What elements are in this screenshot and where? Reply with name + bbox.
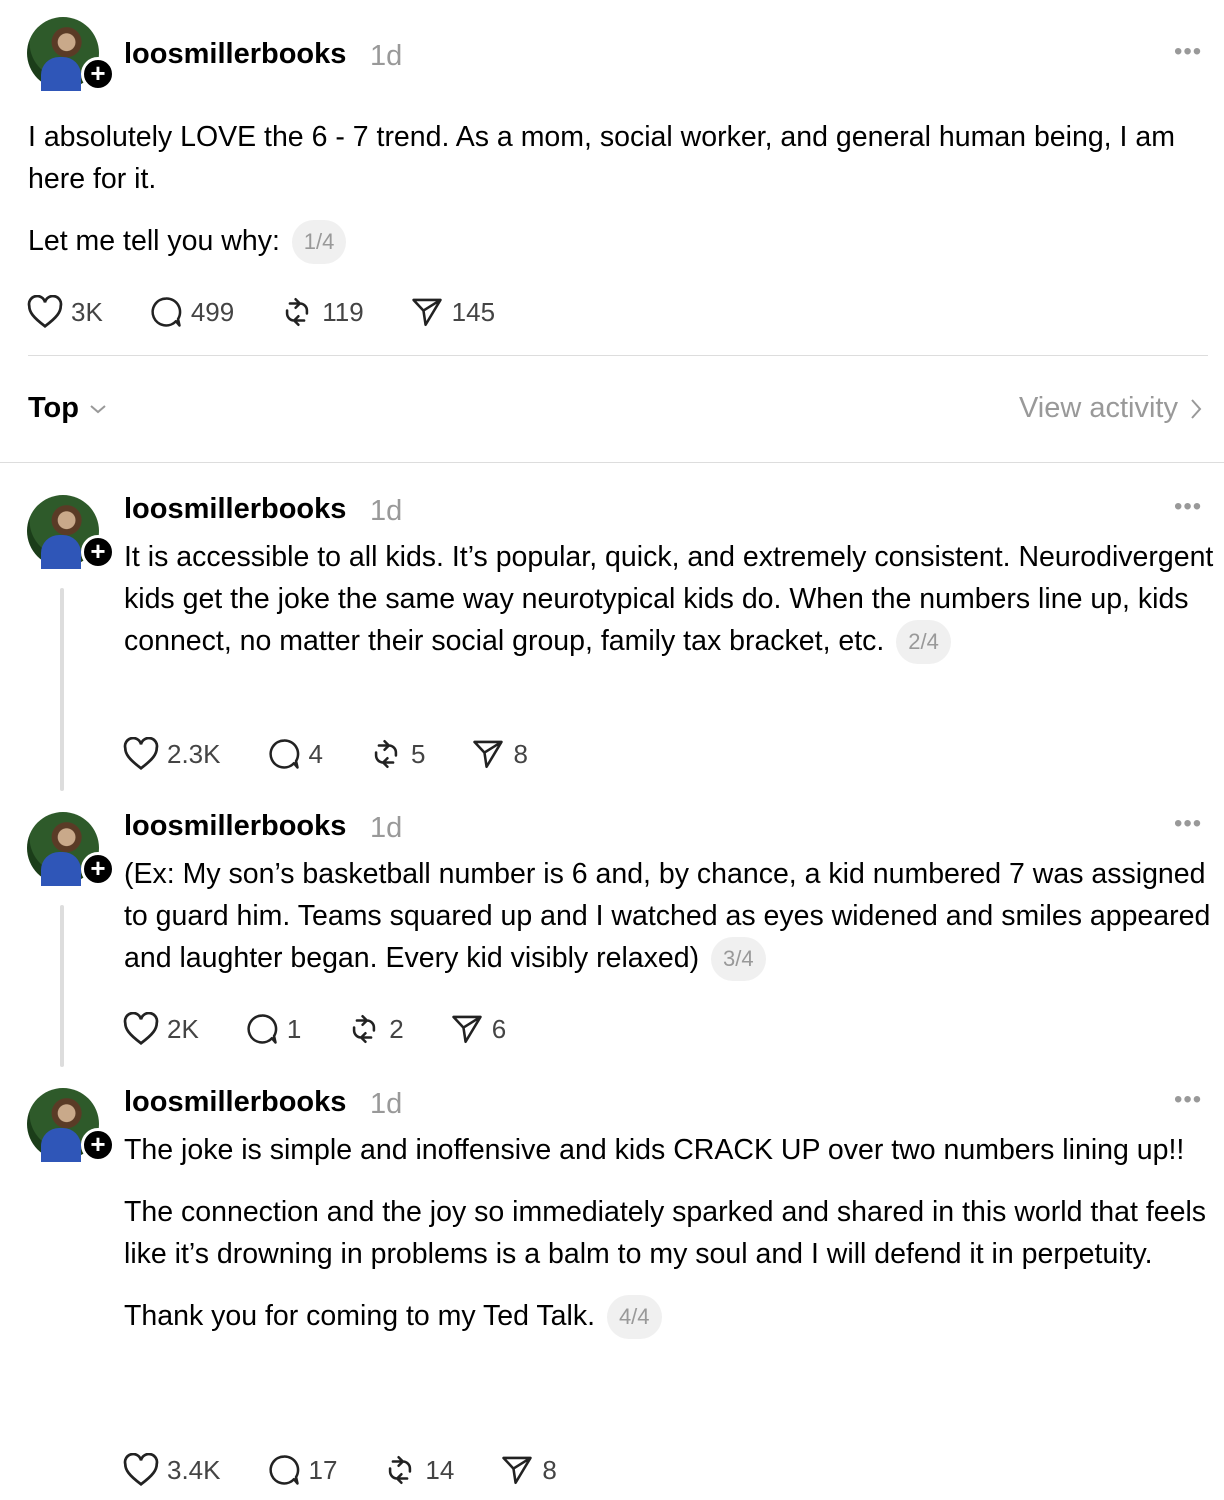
repost-count: 14	[425, 1454, 455, 1485]
share-button[interactable]: 8	[471, 737, 528, 771]
share-button[interactable]: 8	[500, 1453, 557, 1487]
timestamp[interactable]: 1d	[370, 1088, 402, 1121]
repost-button[interactable]: 14	[383, 1453, 454, 1487]
comment-icon	[151, 297, 182, 327]
post-paragraph: It is accessible to all kids. It’s popul…	[124, 541, 1214, 657]
reply-count: 4	[308, 738, 323, 769]
action-bar: 2.3K 4 5 8	[123, 736, 574, 772]
repost-icon	[374, 739, 398, 769]
more-options-icon[interactable]: •••	[1174, 810, 1202, 838]
post-body: (Ex: My son’s basketball number is 6 and…	[124, 853, 1214, 982]
like-button[interactable]: 3K	[27, 295, 103, 329]
like-button[interactable]: 3.4K	[123, 1453, 221, 1487]
like-button[interactable]: 2.3K	[123, 737, 221, 771]
avatar[interactable]: +	[27, 812, 115, 886]
share-count: 6	[491, 1013, 507, 1044]
thread-counter-badge: 1/4	[291, 220, 347, 265]
username[interactable]: loosmillerbooks	[124, 1086, 346, 1119]
share-count: 8	[542, 1454, 557, 1485]
post-body: The joke is simple and inoffensive and k…	[124, 1129, 1214, 1340]
sort-label: Top	[28, 392, 79, 424]
more-options-icon[interactable]: •••	[1174, 38, 1202, 66]
like-count: 3.4K	[167, 1454, 221, 1485]
action-bar: 3K 499 119 145	[27, 294, 541, 330]
like-button[interactable]: 2K	[123, 1012, 199, 1046]
heart-icon	[123, 1012, 159, 1045]
action-bar: 3.4K 17 14 8	[123, 1452, 603, 1488]
username[interactable]: loosmillerbooks	[124, 38, 346, 71]
follow-plus-icon[interactable]: +	[81, 57, 115, 91]
username[interactable]: loosmillerbooks	[124, 810, 346, 843]
reply-count: 499	[190, 296, 235, 327]
reply-button[interactable]: 1	[245, 1012, 301, 1046]
post-paragraph: Let me tell you why:	[28, 225, 280, 257]
timestamp[interactable]: 1d	[370, 812, 402, 845]
reply-button[interactable]: 17	[267, 1453, 338, 1487]
chevron-down-icon	[90, 404, 106, 413]
post-paragraph: (Ex: My son’s basketball number is 6 and…	[124, 858, 1211, 974]
follow-plus-icon[interactable]: +	[81, 1128, 115, 1162]
share-count: 145	[451, 296, 496, 327]
reply-button[interactable]: 499	[149, 295, 234, 329]
send-icon	[452, 1015, 482, 1044]
divider	[28, 355, 1208, 356]
repost-count: 5	[410, 738, 426, 769]
share-count: 8	[513, 738, 528, 769]
more-options-icon[interactable]: •••	[1174, 1086, 1202, 1114]
username[interactable]: loosmillerbooks	[124, 493, 346, 526]
post-paragraph: Thank you for coming to my Ted Talk.	[124, 1300, 596, 1332]
like-count: 2K	[167, 1013, 199, 1044]
view-activity-label: View activity	[1018, 392, 1178, 424]
comment-icon	[268, 1455, 299, 1485]
follow-plus-icon[interactable]: +	[81, 535, 115, 569]
repost-icon	[286, 297, 309, 327]
thread-counter-badge: 3/4	[711, 937, 766, 982]
thread-line	[60, 905, 64, 1067]
like-count: 3K	[71, 296, 103, 327]
repost-icon	[353, 1014, 376, 1044]
send-icon	[411, 298, 442, 327]
repost-button[interactable]: 5	[369, 737, 425, 771]
repost-button[interactable]: 2	[347, 1012, 404, 1046]
send-icon	[502, 1456, 533, 1485]
repost-icon	[389, 1455, 412, 1485]
share-button[interactable]: 145	[410, 295, 495, 329]
timestamp[interactable]: 1d	[370, 40, 402, 73]
thread-counter-badge: 4/4	[606, 1295, 662, 1340]
post-paragraph: I absolutely LOVE the 6 - 7 trend. As a …	[28, 121, 1175, 195]
post-body: I absolutely LOVE the 6 - 7 trend. As a …	[28, 116, 1218, 265]
like-count: 2.3K	[167, 738, 221, 769]
thread-counter-badge: 2/4	[896, 620, 951, 665]
heart-icon	[123, 1453, 159, 1486]
sort-dropdown[interactable]: Top	[28, 392, 107, 425]
follow-plus-icon[interactable]: +	[81, 852, 115, 886]
heart-icon	[27, 295, 63, 328]
repost-button[interactable]: 119	[280, 295, 364, 329]
action-bar: 2K 1 2 6	[123, 1011, 552, 1047]
share-button[interactable]: 6	[450, 1012, 506, 1046]
post-paragraph: The connection and the joy so immediatel…	[124, 1196, 1207, 1270]
avatar[interactable]: +	[27, 17, 115, 91]
post-paragraph: The joke is simple and inoffensive and k…	[124, 1134, 1185, 1166]
avatar[interactable]: +	[27, 1088, 115, 1162]
section-divider	[0, 462, 1224, 463]
heart-icon	[123, 737, 159, 770]
chevron-right-icon	[1191, 398, 1202, 419]
send-icon	[473, 740, 504, 769]
repost-count: 2	[389, 1013, 404, 1044]
avatar[interactable]: +	[27, 495, 115, 569]
thread-line	[60, 588, 64, 791]
view-activity-link[interactable]: View activity	[1019, 392, 1202, 425]
repost-count: 119	[322, 296, 364, 327]
comment-icon	[247, 1014, 278, 1044]
timestamp[interactable]: 1d	[370, 495, 402, 528]
reply-button[interactable]: 4	[267, 737, 323, 771]
comment-icon	[268, 739, 299, 769]
reply-count: 1	[286, 1013, 302, 1044]
post-body: It is accessible to all kids. It’s popul…	[124, 536, 1214, 665]
more-options-icon[interactable]: •••	[1174, 493, 1202, 521]
reply-count: 17	[308, 1454, 338, 1485]
